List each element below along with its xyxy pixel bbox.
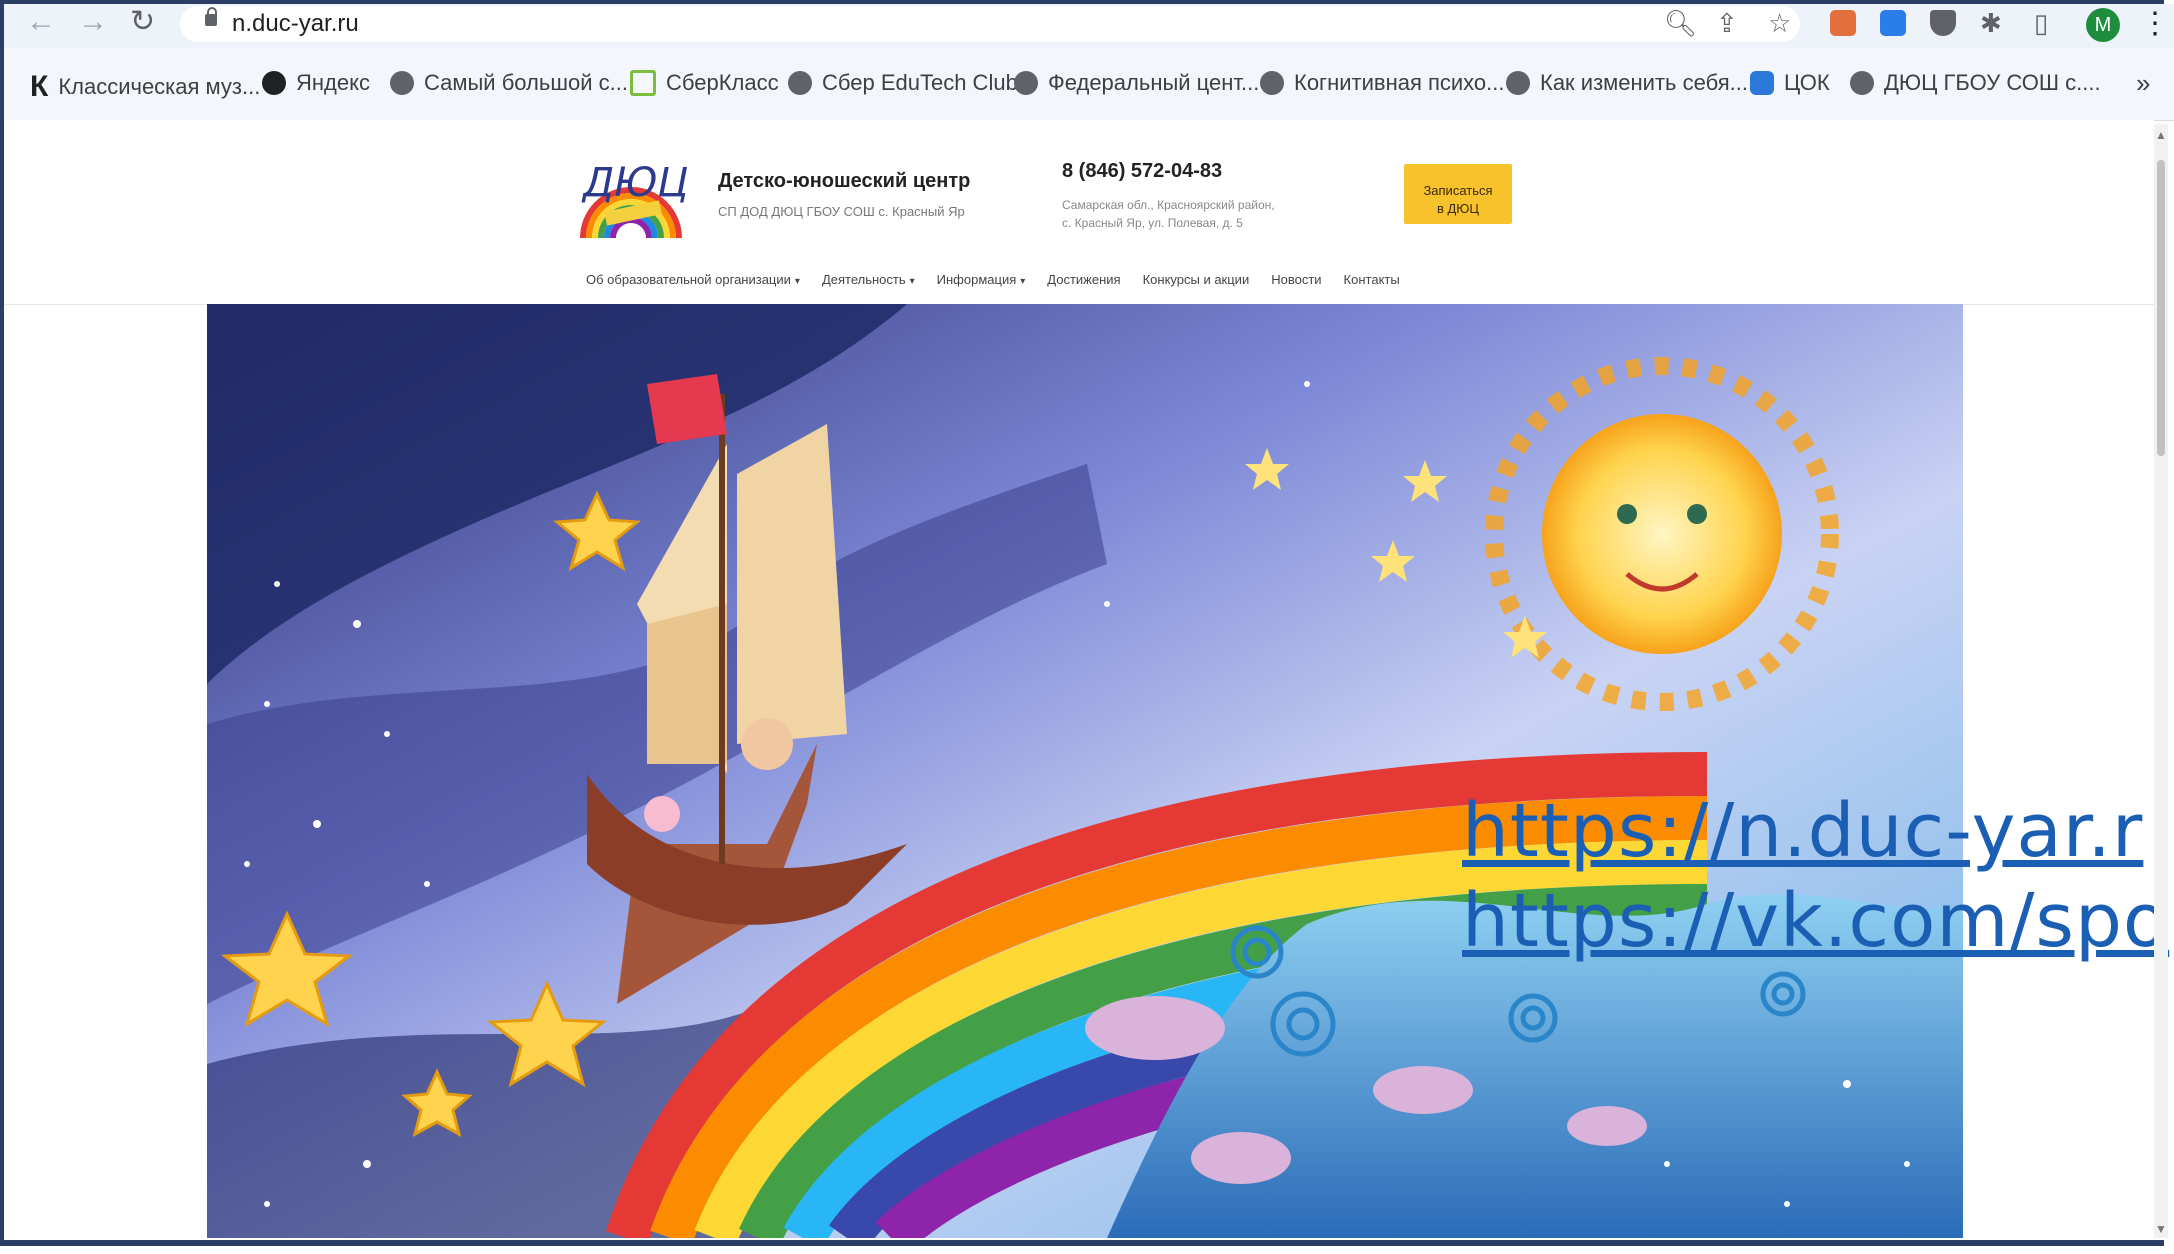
overlay-links: https://n.duc-yar.r https://vk.com/spo (1462, 786, 2169, 966)
extension-icon-3[interactable] (1930, 10, 1956, 36)
lock-icon[interactable] (205, 7, 217, 26)
extension-icon-2[interactable] (1880, 10, 1906, 36)
nav-item-contacts[interactable]: Контакты (1344, 272, 1400, 287)
bookmark-item[interactable]: ЦОК (1750, 70, 1830, 96)
extension-icon-1[interactable] (1830, 10, 1856, 36)
address-bar[interactable] (180, 6, 1800, 42)
bookmark-item[interactable]: Федеральный цент... (1014, 70, 1259, 96)
chevron-down-icon: ▾ (1020, 276, 1026, 287)
scroll-down-icon[interactable]: ▼ (2155, 1222, 2167, 1236)
avatar[interactable]: M (2086, 8, 2120, 42)
bookmark-item[interactable]: Сбер EduTech Club (788, 70, 1018, 96)
chevron-down-icon: ▾ (794, 276, 800, 287)
globe-icon (1506, 71, 1530, 95)
cok-icon (1750, 71, 1774, 95)
nav-item-contests[interactable]: Конкурсы и акции (1143, 272, 1250, 287)
chevron-down-icon: ▾ (909, 276, 915, 287)
share-icon[interactable]: ⇪ (1716, 8, 1738, 39)
url-text[interactable]: n.duc-yar.ru (232, 10, 359, 38)
hero-banner (207, 304, 1963, 1238)
bookmark-item[interactable]: Когнитивная психо... (1260, 70, 1505, 96)
org-subtitle: СП ДОД ДЮЦ ГБОУ СОШ с. Красный Яр (718, 204, 965, 219)
bookmarks-bar: К Классическая муз... Яндекс Самый большо… (4, 48, 2174, 121)
bookmark-item[interactable]: СберКласс (630, 70, 779, 96)
side-panel-icon[interactable]: ▯ (2034, 8, 2048, 39)
more-bookmarks-icon[interactable]: » (2136, 68, 2150, 99)
bookmark-item[interactable]: Как изменить себя... (1506, 70, 1748, 96)
bookmark-item[interactable]: Самый большой с... (390, 70, 628, 96)
globe-icon (390, 71, 414, 95)
nav-item-news[interactable]: Новости (1271, 272, 1321, 287)
bookmark-item[interactable]: ДЮЦ ГБОУ СОШ с.... (1850, 70, 2101, 96)
puzzle-icon[interactable]: ✱ (1980, 8, 2002, 39)
svg-text:ДЮЦ: ДЮЦ (581, 160, 687, 206)
site-logo[interactable]: ДЮЦ (575, 150, 687, 260)
scroll-up-icon[interactable]: ▲ (2155, 128, 2167, 142)
site-link[interactable]: https://n.duc-yar.r (1462, 786, 2169, 876)
globe-icon (1260, 71, 1284, 95)
globe-icon (1850, 71, 1874, 95)
signup-label-line: в ДЮЦ (1436, 200, 1480, 216)
nav-item-about[interactable]: Об образовательной организации ▾ (586, 272, 800, 287)
sber-icon (630, 70, 656, 96)
address-line: с. Красный Яр, ул. Полевая, д. 5 (1062, 216, 1243, 230)
forward-icon[interactable]: → (78, 7, 108, 37)
main-nav: Об образовательной организации ▾ Деятельн… (586, 272, 1400, 287)
yandex-icon (262, 71, 286, 95)
scrollbar-thumb[interactable] (2157, 160, 2165, 456)
nav-item-info[interactable]: Информация ▾ (937, 272, 1026, 287)
bookmark-item[interactable]: Яндекс (262, 70, 370, 96)
phone-number[interactable]: 8 (846) 572-04-83 (1062, 160, 1222, 183)
nav-item-achievements[interactable]: Достижения (1047, 272, 1120, 287)
vk-link[interactable]: https://vk.com/spo (1462, 876, 2169, 966)
address: Самарская обл., Красноярский район, с. К… (1062, 196, 1322, 232)
browser-menu-icon[interactable]: ⋮ (2140, 6, 2170, 41)
org-name: Детско-юношеский центр (718, 170, 971, 192)
bookmark-star-icon[interactable]: ☆ (1768, 8, 1791, 39)
zoom-icon[interactable]: 🔍︎ (1664, 8, 1697, 39)
reload-icon[interactable]: ↻ (130, 7, 155, 37)
k-icon: К (30, 70, 49, 103)
globe-icon (1014, 71, 1038, 95)
signup-button[interactable]: Записаться в ДЮЦ (1404, 164, 1512, 224)
address-line: Самарская обл., Красноярский район, (1062, 198, 1275, 212)
bookmark-item[interactable]: К Классическая муз... (30, 70, 260, 104)
back-icon[interactable]: ← (26, 7, 56, 37)
globe-icon (788, 71, 812, 95)
nav-item-activity[interactable]: Деятельность ▾ (822, 272, 915, 287)
signup-label-line: Записаться (1423, 182, 1493, 198)
